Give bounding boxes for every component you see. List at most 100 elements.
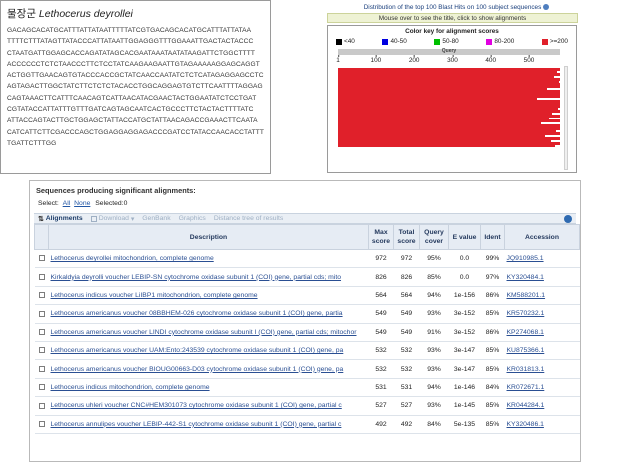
sequence-line: AGTAGACTTGGCTATCTTCTCTCTACACCTGGCAGGAGTG… [7, 83, 263, 91]
description-link[interactable]: Lethocerus deyrollei mitochondrion, comp… [51, 255, 214, 262]
row-checkbox-cell [34, 286, 49, 306]
accession-link[interactable]: KY320484.1 [507, 274, 544, 281]
accession-link[interactable]: KU875366.1 [507, 347, 545, 354]
select-all-link[interactable]: All [63, 200, 71, 207]
row-checkbox-cell [34, 359, 49, 379]
max-score-cell: 527 [368, 396, 394, 416]
description-link[interactable]: Lethocerus uhleri voucher CNC#HEM301073 … [51, 402, 342, 409]
row-checkbox[interactable] [38, 365, 45, 372]
alignments-tab[interactable]: Alignments [46, 215, 83, 222]
ident-cell: 85% [480, 359, 505, 379]
accession-link[interactable]: KP274068.1 [507, 329, 544, 336]
accession-link[interactable]: KR044284.1 [507, 402, 545, 409]
description-link[interactable]: Lethocerus americanus voucher UAM:Ento:2… [51, 347, 344, 354]
graphic-title: Distribution of the top 100 Blast Hits o… [307, 3, 606, 12]
axis-tick-label: 100 [370, 55, 382, 64]
ident-cell: 84% [480, 378, 505, 398]
alignments-table: Description Max score Total score Query … [34, 224, 580, 434]
selected-count: Selected:0 [95, 200, 128, 207]
query-cover-cell: 93% [419, 396, 449, 416]
legend-label: >=200 [549, 38, 568, 45]
accession-link[interactable]: KR570232.1 [507, 310, 545, 317]
description-link[interactable]: Kirkaldyia deyrolli voucher LEBIP-SN cyt… [51, 274, 342, 281]
table-row: Lethocerus indicus mitochondrion, comple… [34, 378, 580, 398]
accession-cell: KR031813.1 [504, 359, 580, 379]
header-accession[interactable]: Accession [504, 224, 580, 250]
download-button[interactable]: Download ▾ [90, 215, 134, 223]
legend-swatch [541, 38, 548, 45]
sort-icon[interactable]: ⇅ [38, 215, 44, 223]
header-total-score[interactable]: Total score [393, 224, 420, 250]
graphics-link[interactable]: Graphics [179, 215, 206, 222]
header-e-value[interactable]: E value [448, 224, 481, 250]
max-score-cell: 532 [368, 341, 394, 361]
header-max-score[interactable]: Max score [368, 224, 394, 250]
row-checkbox[interactable] [38, 328, 45, 335]
results-toolbar: ⇅ Alignments Download ▾ GenBank Graphics… [34, 213, 576, 224]
alignments-table-body: Lethocerus deyrollei mitochondrion, comp… [34, 249, 580, 434]
row-checkbox-cell [34, 341, 49, 361]
query-cover-cell: 85% [419, 267, 449, 287]
legend-item: <40 [336, 38, 355, 45]
max-score-cell: 826 [368, 267, 394, 287]
results-panel: Sequences producing significant alignmen… [29, 180, 581, 462]
accession-link[interactable]: KR072671.1 [507, 384, 545, 391]
description-link[interactable]: Lethocerus americanus voucher LINDI cyto… [51, 329, 357, 336]
header-checkbox-col [34, 224, 49, 250]
description-link[interactable]: Lethocerus indicus voucher LiIBP1 mitoch… [51, 292, 258, 299]
description-link[interactable]: Lethocerus americanus voucher BIOUG00663… [51, 366, 344, 373]
accession-link[interactable]: JQ910985.1 [507, 255, 544, 262]
gear-icon[interactable] [564, 215, 572, 223]
e-value-cell: 1e-156 [448, 286, 481, 306]
graphic-scrollbar[interactable] [564, 66, 568, 170]
select-none-link[interactable]: None [74, 200, 90, 207]
results-header: Sequences producing significant alignmen… [36, 186, 196, 195]
table-row: Kirkaldyia deyrolli voucher LEBIP-SN cyt… [34, 267, 580, 287]
accession-link[interactable]: KR031813.1 [507, 366, 545, 373]
header-description[interactable]: Description [48, 224, 369, 250]
ident-cell: 86% [480, 323, 505, 342]
table-row: Lethocerus americanus voucher LINDI cyto… [34, 323, 580, 342]
total-score-cell: 531 [393, 378, 420, 398]
hit-bars[interactable] [338, 68, 560, 147]
e-value-cell: 5e-135 [448, 415, 481, 434]
row-checkbox[interactable] [38, 347, 45, 354]
row-checkbox[interactable] [38, 273, 45, 280]
genbank-link[interactable]: GenBank [142, 215, 170, 222]
accession-link[interactable]: KM588201.1 [507, 292, 546, 299]
sequence-text: GACAGCACATGCATTTATTATAATTTTTATCGTGACAGCA… [7, 25, 265, 149]
accession-cell: KM588201.1 [504, 286, 580, 306]
total-score-cell: 527 [393, 396, 420, 416]
accession-cell: KY320486.1 [504, 415, 580, 434]
table-row: Lethocerus deyrollei mitochondrion, comp… [34, 249, 580, 269]
legend-item: 80-200 [486, 38, 514, 45]
select-label: Select: [38, 200, 59, 207]
download-label: Download [98, 215, 129, 222]
row-checkbox-cell [34, 267, 49, 287]
row-checkbox[interactable] [38, 402, 45, 409]
row-checkbox-cell [34, 323, 49, 342]
description-link[interactable]: Lethocerus indicus mitochondrion, comple… [51, 384, 210, 391]
row-checkbox-cell [34, 249, 49, 269]
row-checkbox[interactable] [38, 420, 45, 427]
total-score-cell: 492 [393, 415, 420, 434]
accession-cell: KP274068.1 [504, 323, 580, 342]
table-row: Lethocerus indicus voucher LiIBP1 mitoch… [34, 286, 580, 306]
query-cover-cell: 95% [419, 249, 449, 269]
row-checkbox[interactable] [38, 292, 45, 299]
query-cover-cell: 94% [419, 378, 449, 398]
description-link[interactable]: Lethocerus americanus voucher 08BBHEM-02… [51, 310, 343, 317]
legend-label: 80-200 [494, 38, 515, 45]
accession-link[interactable]: KY320486.1 [507, 421, 544, 428]
distance-tree-link[interactable]: Distance tree of results [214, 215, 284, 222]
header-query-cover[interactable]: Query cover [419, 224, 449, 250]
row-checkbox[interactable] [38, 310, 45, 317]
row-checkbox[interactable] [38, 255, 45, 262]
max-score-cell: 532 [368, 359, 394, 379]
hit-bar[interactable] [338, 143, 556, 147]
header-ident[interactable]: Ident [480, 224, 505, 250]
sequence-line: TGATTCTTTGG [7, 139, 57, 147]
help-icon[interactable] [543, 4, 550, 11]
description-link[interactable]: Lethocerus annulipes voucher LEBIP-442-S… [51, 421, 342, 428]
row-checkbox[interactable] [38, 384, 45, 391]
